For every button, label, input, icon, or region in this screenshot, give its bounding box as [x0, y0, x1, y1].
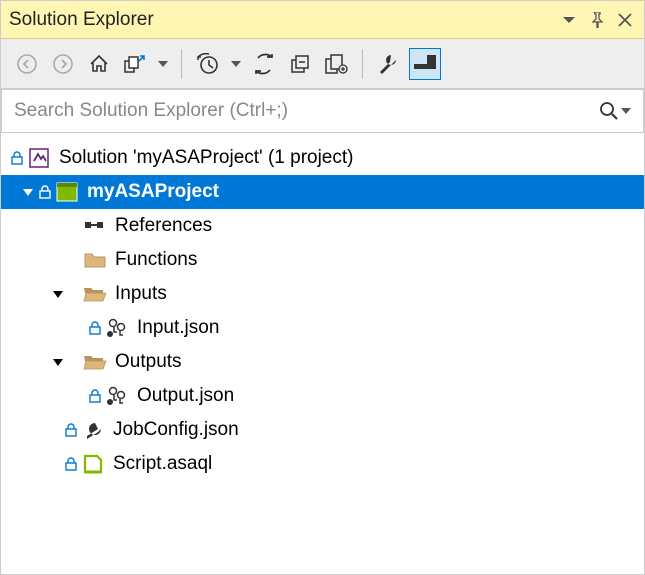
json-file-icon	[105, 316, 129, 340]
pending-dropdown-icon[interactable]	[228, 48, 244, 80]
solution-label: Solution 'myASAProject' (1 project)	[57, 147, 353, 169]
solution-node[interactable]: Solution 'myASAProject' (1 project)	[1, 141, 644, 175]
output-json-node[interactable]: Output.json	[1, 379, 644, 413]
sync-dropdown-icon[interactable]	[155, 48, 171, 80]
preview-button[interactable]	[409, 48, 441, 80]
close-icon[interactable]	[614, 9, 636, 31]
lock-icon	[87, 389, 103, 403]
solution-explorer-panel: Solution Explorer	[0, 0, 645, 575]
show-all-files-button[interactable]	[320, 48, 352, 80]
pin-icon[interactable]	[586, 9, 608, 31]
home-button[interactable]	[83, 48, 115, 80]
solution-icon	[27, 146, 51, 170]
toolbar-separator	[181, 49, 182, 79]
folder-open-icon	[83, 282, 107, 306]
jobconfig-node[interactable]: JobConfig.json	[1, 413, 644, 447]
search-icon[interactable]	[599, 101, 631, 121]
outputs-node[interactable]: Outputs	[1, 345, 644, 379]
references-node[interactable]: References	[1, 209, 644, 243]
script-node[interactable]: Script.asaql	[1, 447, 644, 481]
json-file-icon	[105, 384, 129, 408]
panel-title: Solution Explorer	[9, 9, 552, 31]
project-node[interactable]: myASAProject	[1, 175, 644, 209]
script-file-icon	[81, 452, 105, 476]
config-file-icon	[81, 418, 105, 442]
inputs-node[interactable]: Inputs	[1, 277, 644, 311]
inputs-label: Inputs	[113, 283, 167, 305]
back-button[interactable]	[11, 48, 43, 80]
refresh-button[interactable]	[248, 48, 280, 80]
folder-open-icon	[83, 350, 107, 374]
lock-icon	[63, 423, 79, 437]
lock-icon	[37, 185, 53, 199]
folder-icon	[83, 248, 107, 272]
search-bar	[1, 89, 644, 133]
script-label: Script.asaql	[111, 453, 212, 475]
search-input[interactable]	[14, 100, 599, 122]
sync-with-active-button[interactable]	[119, 48, 151, 80]
functions-node[interactable]: Functions	[1, 243, 644, 277]
references-icon	[83, 214, 107, 238]
window-position-icon[interactable]	[558, 9, 580, 31]
functions-label: Functions	[113, 249, 197, 271]
tree-view: Solution 'myASAProject' (1 project) myAS…	[1, 133, 644, 574]
titlebar: Solution Explorer	[1, 1, 644, 39]
jobconfig-label: JobConfig.json	[111, 419, 239, 441]
toolbar-separator	[362, 49, 363, 79]
expander-icon[interactable]	[49, 285, 67, 303]
project-label: myASAProject	[85, 181, 219, 203]
collapse-all-button[interactable]	[284, 48, 316, 80]
lock-icon	[9, 151, 25, 165]
pending-changes-button[interactable]	[192, 48, 224, 80]
expander-icon[interactable]	[49, 353, 67, 371]
properties-button[interactable]	[373, 48, 405, 80]
references-label: References	[113, 215, 212, 237]
toolbar	[1, 39, 644, 89]
project-icon	[55, 180, 79, 204]
lock-icon	[87, 321, 103, 335]
lock-icon	[63, 457, 79, 471]
output-json-label: Output.json	[135, 385, 234, 407]
forward-button[interactable]	[47, 48, 79, 80]
expander-icon[interactable]	[19, 183, 37, 201]
input-json-label: Input.json	[135, 317, 219, 339]
input-json-node[interactable]: Input.json	[1, 311, 644, 345]
outputs-label: Outputs	[113, 351, 182, 373]
